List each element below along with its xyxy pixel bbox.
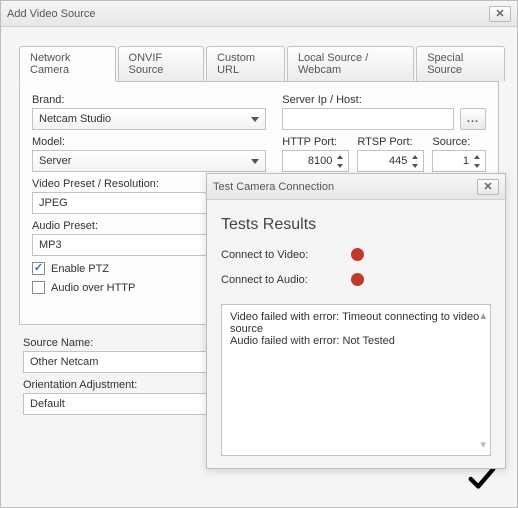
rtsp-port-input[interactable]: 445 xyxy=(357,150,424,172)
http-port-value: 8100 xyxy=(308,155,332,167)
browse-button[interactable]: ... xyxy=(460,108,486,130)
source-input[interactable]: 1 xyxy=(432,150,486,172)
orientation-label: Orientation Adjustment: xyxy=(23,379,231,391)
status-dot-icon xyxy=(351,248,364,261)
audio-preset-label: Audio Preset: xyxy=(32,220,232,232)
audio-preset-value: MP3 xyxy=(39,239,62,251)
rtsp-port-label: RTSP Port: xyxy=(357,136,424,148)
tab-custom-url[interactable]: Custom URL xyxy=(206,46,285,81)
log-line: Audio failed with error: Not Tested xyxy=(230,335,482,347)
preset-input[interactable]: JPEG xyxy=(32,192,232,214)
http-port-label: HTTP Port: xyxy=(282,136,349,148)
server-label: Server Ip / Host: xyxy=(282,94,486,106)
server-input[interactable] xyxy=(282,108,454,130)
titlebar: Add Video Source ✕ xyxy=(1,1,517,27)
spin-down-icon[interactable] xyxy=(409,161,421,170)
model-value: Server xyxy=(39,155,71,167)
titlebar: Test Camera Connection ✕ xyxy=(207,174,505,200)
status-dot-icon xyxy=(351,273,364,286)
audio-over-http-label: Audio over HTTP xyxy=(51,282,135,294)
spin-up-icon[interactable] xyxy=(334,152,346,161)
audio-preset-input[interactable]: MP3 xyxy=(32,234,232,256)
scroll-down-icon: ▾ xyxy=(480,438,486,451)
spin-up-icon[interactable] xyxy=(471,152,483,161)
test-connection-dialog: Test Camera Connection ✕ Tests Results C… xyxy=(206,173,506,469)
brand-select[interactable]: Netcam Studio xyxy=(32,108,266,130)
tab-network-camera[interactable]: Network Camera xyxy=(19,46,116,82)
close-icon[interactable]: ✕ xyxy=(489,6,511,22)
audio-result-label: Connect to Audio: xyxy=(221,274,339,286)
spin-up-icon[interactable] xyxy=(409,152,421,161)
http-port-input[interactable]: 8100 xyxy=(282,150,349,172)
preset-value: JPEG xyxy=(39,197,68,209)
tab-special-source[interactable]: Special Source xyxy=(416,46,505,81)
close-icon[interactable]: ✕ xyxy=(477,179,499,195)
results-header: Tests Results xyxy=(221,216,491,234)
rtsp-port-value: 445 xyxy=(389,155,407,167)
tab-onvif-source[interactable]: ONVIF Source xyxy=(118,46,205,81)
preset-label: Video Preset / Resolution: xyxy=(32,178,232,190)
results-log[interactable]: Video failed with error: Timeout connect… xyxy=(221,304,491,456)
checkbox-icon xyxy=(32,281,45,294)
test-dialog-title: Test Camera Connection xyxy=(213,181,334,193)
enable-ptz-label: Enable PTZ xyxy=(51,263,109,275)
orientation-input[interactable]: Default xyxy=(23,393,231,415)
model-label: Model: xyxy=(32,136,266,148)
spin-down-icon[interactable] xyxy=(334,161,346,170)
source-name-input[interactable]: Other Netcam xyxy=(23,351,231,373)
spin-down-icon[interactable] xyxy=(471,161,483,170)
scroll-up-icon: ▴ xyxy=(480,309,486,322)
source-name-value: Other Netcam xyxy=(30,356,98,368)
orientation-value: Default xyxy=(30,398,65,410)
tab-local-source[interactable]: Local Source / Webcam xyxy=(287,46,414,81)
tabstrip: Network Camera ONVIF Source Custom URL L… xyxy=(11,37,507,81)
video-result-row: Connect to Video: xyxy=(221,248,491,261)
audio-result-row: Connect to Audio: xyxy=(221,273,491,286)
checkbox-icon xyxy=(32,262,45,275)
source-label: Source: xyxy=(432,136,486,148)
log-line: Video failed with error: Timeout connect… xyxy=(230,311,482,335)
source-value: 1 xyxy=(463,155,469,167)
dialog-title: Add Video Source xyxy=(7,8,95,20)
test-dialog-body: Tests Results Connect to Video: Connect … xyxy=(207,200,505,468)
brand-label: Brand: xyxy=(32,94,266,106)
brand-value: Netcam Studio xyxy=(39,113,111,125)
source-name-label: Source Name: xyxy=(23,337,231,349)
model-select[interactable]: Server xyxy=(32,150,266,172)
video-result-label: Connect to Video: xyxy=(221,249,339,261)
